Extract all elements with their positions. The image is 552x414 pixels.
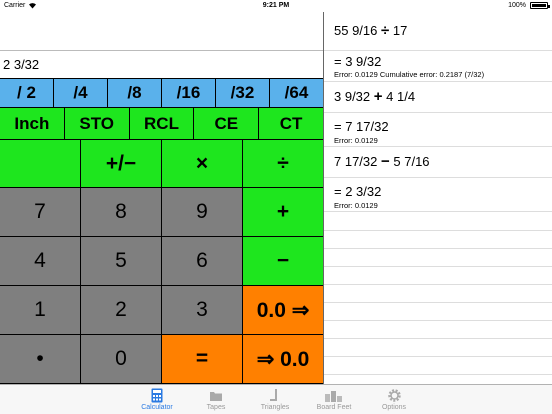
tape-expression: 7 17/32 − 5 7/16 [334, 153, 430, 170]
tape-expression: 55 9/16 ÷ 17 [334, 22, 407, 39]
tab-triangles[interactable]: Triangles [250, 388, 300, 411]
digit-1-key[interactable]: 1 [0, 286, 81, 335]
tab-tapes[interactable]: Tapes [191, 388, 241, 411]
digit-9-key[interactable]: 9 [162, 188, 243, 237]
halves-key[interactable]: / 2 [0, 78, 54, 108]
decimal-point-key[interactable]: • [0, 335, 81, 384]
ruled-line [324, 338, 552, 339]
recall-key[interactable]: RCL [129, 108, 195, 140]
operand: 7 17/32 [334, 154, 378, 169]
equals-key[interactable]: = [162, 335, 243, 384]
tape-error: Error: 0.0129 [334, 201, 378, 210]
inch-key[interactable]: Inch [0, 108, 65, 140]
subtract-key[interactable]: − [243, 237, 323, 286]
boards-icon [325, 391, 342, 402]
tab-options[interactable]: Options [369, 388, 419, 411]
store-key[interactable]: STO [64, 108, 130, 140]
operator-symbol: − [381, 153, 390, 170]
digit-2-key[interactable]: 2 [81, 286, 162, 335]
operand: 55 9/16 [334, 23, 378, 38]
ruled-line [324, 356, 552, 357]
tape-result: = 2 3/32 [334, 184, 382, 199]
calculator-panel: 2 3/32 / 2 /4 /8 /16 /32 /64 Inch STO RC… [0, 12, 323, 384]
divider [324, 112, 552, 113]
memory-key-row: Inch STO RCL CE CT [0, 108, 323, 140]
tab-label: Board Feet [316, 404, 352, 411]
multiply-key[interactable]: × [162, 140, 243, 188]
ruled-line [324, 230, 552, 231]
operator-symbol: ÷ [381, 22, 390, 39]
digit-6-key[interactable]: 6 [162, 237, 243, 286]
operand: 4 1/4 [386, 89, 416, 104]
divider [324, 146, 552, 147]
tab-label: Calculator [141, 404, 173, 411]
operator-symbol: + [373, 88, 383, 105]
tape-panel: 55 9/16 ÷ 17 = 3 9/32 Error: 0.0129 Cumu… [324, 12, 552, 384]
calculator-icon [151, 388, 163, 403]
digit-3-key[interactable]: 3 [162, 286, 243, 335]
ruled-line [324, 302, 552, 303]
blank-key[interactable] [0, 140, 81, 188]
keypad: +/− × ÷ 7 8 9 +4 5 6− 1 2 3 0.0 ⇒ • 0 = ⇒ 0.0 [0, 140, 323, 384]
sign-toggle-key[interactable]: +/− [81, 140, 162, 188]
gear-icon [387, 389, 401, 402]
ruled-line [324, 248, 552, 249]
tape-error: Error: 0.0129 [334, 136, 378, 145]
divider [324, 211, 552, 212]
tab-label: Tapes [206, 404, 226, 411]
sixty-fourths-key[interactable]: /64 [270, 78, 323, 108]
clock: 9:21 PM [262, 2, 290, 9]
digit-0-key[interactable]: 0 [81, 335, 162, 384]
operand: 17 [392, 23, 408, 38]
status-bar: Carrier 9:21 PM 100% [0, 0, 552, 12]
divide-key[interactable]: ÷ [243, 140, 323, 188]
tape-error: Error: 0.0129 Cumulative error: 0.2187 (… [334, 70, 485, 79]
folder-icon [210, 392, 222, 401]
tab-bar: Calculator Tapes Triangles Board Feet Op… [0, 384, 552, 414]
ruled-line [324, 374, 552, 375]
ruled-line [324, 266, 552, 267]
tab-label: Options [381, 404, 407, 411]
operand: 3 9/32 [334, 89, 371, 104]
digit-8-key[interactable]: 8 [81, 188, 162, 237]
triangle-ruler-icon [270, 389, 277, 401]
tab-label: Triangles [260, 404, 290, 411]
battery-percent: 100% [508, 2, 526, 9]
digit-4-key[interactable]: 4 [0, 237, 81, 286]
digit-7-key[interactable]: 7 [0, 188, 81, 237]
thirty-seconds-key[interactable]: /32 [216, 78, 270, 108]
quarters-key[interactable]: /4 [54, 78, 108, 108]
divider [324, 50, 552, 51]
tab-board-feet[interactable]: Board Feet [309, 388, 359, 411]
operand: 5 7/16 [393, 154, 430, 169]
ruled-line [324, 320, 552, 321]
clear-entry-key[interactable]: CE [194, 108, 260, 140]
add-key[interactable]: + [243, 188, 323, 237]
tape-result: = 3 9/32 [334, 54, 382, 69]
tab-calculator[interactable]: Calculator [132, 388, 182, 411]
eighths-key[interactable]: /8 [108, 78, 162, 108]
ruled-line [324, 284, 552, 285]
fraction-key-row: / 2 /4 /8 /16 /32 /64 [0, 78, 323, 108]
battery-icon [530, 2, 550, 9]
divider [324, 177, 552, 178]
divider [324, 81, 552, 82]
tape-result: = 7 17/32 [334, 119, 389, 134]
digit-5-key[interactable]: 5 [81, 237, 162, 286]
tape-expression: 3 9/32 + 4 1/4 [334, 88, 415, 105]
clear-tape-key[interactable]: CT [259, 108, 323, 140]
fraction-to-decimal-key[interactable]: ⇒ 0.0 [243, 335, 323, 384]
decimal-to-fraction-key[interactable]: 0.0 ⇒ [243, 286, 323, 335]
sixteenths-key[interactable]: /16 [162, 78, 216, 108]
